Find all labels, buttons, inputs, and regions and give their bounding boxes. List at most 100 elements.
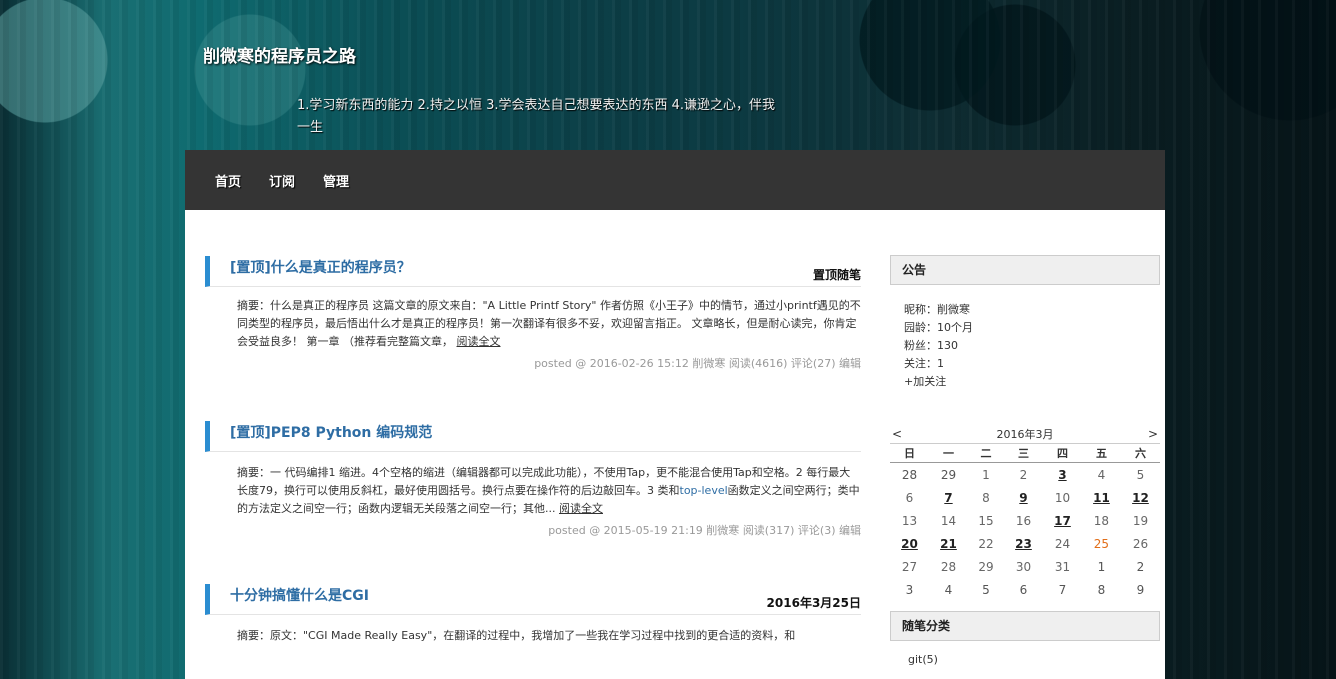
calendar-week: 3 4 5 6 7 8 9	[890, 578, 1160, 601]
calendar: < 2016年3月 > 日一二三四五六 28 29 1 2 3 4 5 6 7 8 9 10 11 12 1…	[890, 425, 1160, 601]
calendar-day: 18	[1093, 513, 1110, 528]
calendar-week: 6 7 8 9 10 11 12	[890, 486, 1160, 509]
post-date-label: 2016年3月25日	[766, 596, 861, 610]
calendar-week: 28 29 1 2 3 4 5	[890, 463, 1160, 487]
calendar-day-link[interactable]: 20	[890, 532, 929, 555]
post-title-link[interactable]: [置顶]PEP8 Python 编码规范	[230, 422, 432, 442]
post-header: [置顶]什么是真正的程序员？ 置顶随笔	[205, 256, 861, 287]
post-header: [置顶]PEP8 Python 编码规范	[205, 421, 861, 452]
calendar-weekday: 一	[928, 443, 968, 463]
edit-link[interactable]: 编辑	[839, 524, 861, 537]
post-title-link[interactable]: 十分钟搞懂什么是CGI	[230, 585, 369, 605]
calendar-day-link[interactable]: 12	[1121, 486, 1160, 509]
category-list: git(5)	[890, 641, 1160, 666]
read-more-link[interactable]: 阅读全文	[559, 502, 603, 515]
calendar-day: 6	[1019, 582, 1028, 597]
comments-link[interactable]: 评论(3)	[798, 524, 836, 537]
calendar-day: 19	[1132, 513, 1149, 528]
comments-link[interactable]: 评论(27)	[791, 357, 836, 370]
sidebar: 公告 昵称：削微寒 园龄：10个月 粉丝：130 关注：1 +加关注 < 201…	[890, 255, 1160, 666]
blog-title[interactable]: 削微寒的程序员之路	[203, 42, 356, 67]
calendar-grid: 日一二三四五六 28 29 1 2 3 4 5 6 7 8 9 10 11 12 13 14 15 16 17 18 1…	[890, 443, 1160, 601]
reads-link[interactable]: 阅读(4616)	[729, 357, 788, 370]
calendar-day: 29	[978, 559, 994, 574]
category-item[interactable]: git(5)	[908, 653, 938, 666]
calendar-day-link[interactable]: 7	[929, 486, 968, 509]
post-meta: posted @ 2016-02-26 15:12 削微寒	[534, 357, 726, 370]
next-month-button[interactable]: >	[1148, 427, 1158, 441]
nav-home[interactable]: 首页	[215, 171, 241, 190]
nav-manage[interactable]: 管理	[323, 171, 349, 190]
calendar-day: 31	[1054, 559, 1071, 574]
calendar-day-link[interactable]: 3	[1043, 463, 1082, 487]
add-follow-button[interactable]: +加关注	[904, 373, 1160, 391]
calendar-day: 8	[982, 490, 990, 505]
calendar-day: 9	[1136, 582, 1145, 597]
post-list: [置顶]什么是真正的程序员？ 置顶随笔 摘要：什么是真正的程序员 这篇文章的原文…	[205, 210, 861, 645]
post-item: [置顶]什么是真正的程序员？ 置顶随笔 摘要：什么是真正的程序员 这篇文章的原文…	[205, 256, 861, 371]
category-heading: 随笔分类	[890, 611, 1160, 641]
calendar-day-link[interactable]: 23	[1004, 532, 1043, 555]
calendar-day: 8	[1097, 582, 1106, 597]
calendar-day: 15	[978, 513, 994, 528]
post-summary: 摘要：一 代码编排1 缩进。4个空格的缩进（编辑器都可以完成此功能），不使用Ta…	[237, 464, 861, 518]
follows-count[interactable]: 关注：1	[904, 355, 1160, 373]
calendar-weekday: 日	[890, 443, 929, 463]
post-summary-text: 摘要：什么是真正的程序员 这篇文章的原文来自："A Little Printf …	[237, 299, 802, 312]
calendar-day: 10	[1054, 490, 1071, 505]
calendar-day: 27	[901, 559, 918, 574]
calendar-day: 5	[982, 582, 990, 597]
calendar-weekday: 五	[1081, 443, 1121, 463]
post-header: 十分钟搞懂什么是CGI 2016年3月25日	[205, 584, 861, 615]
calendar-day: 13	[901, 513, 918, 528]
navbar: 首页 订阅 管理	[185, 150, 1165, 210]
category-section: 随笔分类 git(5)	[890, 611, 1160, 666]
page-container: 首页 订阅 管理 [置顶]什么是真正的程序员？ 置顶随笔 摘要：什么是真正的程序…	[185, 150, 1165, 679]
calendar-month: 2016年3月	[996, 428, 1054, 441]
read-more-link[interactable]: 阅读全文	[457, 335, 501, 348]
post-summary: 摘要：原文："CGI Made Really Easy"，在翻译的过程中，我增加…	[237, 627, 861, 645]
calendar-day: 1	[982, 467, 990, 482]
calendar-weekday: 二	[967, 443, 1004, 463]
prev-month-button[interactable]: <	[892, 427, 902, 441]
calendar-day: 7	[1058, 582, 1067, 597]
calendar-day: 16	[1015, 513, 1032, 528]
notice-heading: 公告	[890, 255, 1160, 285]
post-item: [置顶]PEP8 Python 编码规范 摘要：一 代码编排1 缩进。4个空格的…	[205, 421, 861, 538]
post-footer: posted @ 2016-02-26 15:12 削微寒 阅读(4616) 评…	[205, 355, 861, 371]
post-title-link[interactable]: [置顶]什么是真正的程序员？	[230, 257, 411, 277]
calendar-week: 13 14 15 16 17 18 19	[890, 509, 1160, 532]
calendar-day: 4	[1097, 467, 1106, 482]
calendar-day: 24	[1054, 536, 1071, 551]
edit-link[interactable]: 编辑	[839, 357, 861, 370]
calendar-day: 22	[978, 536, 994, 551]
calendar-day: 26	[1132, 536, 1149, 551]
calendar-day: 5	[1136, 467, 1145, 482]
post-summary: 摘要：什么是真正的程序员 这篇文章的原文来自："A Little Printf …	[237, 297, 861, 351]
calendar-day-link[interactable]: 21	[929, 532, 968, 555]
calendar-day: 3	[905, 582, 914, 597]
calendar-day: 28	[901, 467, 918, 482]
calendar-week: 27 28 29 30 31 1 2	[890, 555, 1160, 578]
calendar-day-link[interactable]: 11	[1082, 486, 1121, 509]
calendar-weekdays: 日一二三四五六	[890, 443, 1160, 463]
fans-count[interactable]: 粉丝：130	[904, 337, 1160, 355]
nav-subscribe[interactable]: 订阅	[269, 171, 295, 190]
post-date-label: 置顶随笔	[812, 268, 861, 282]
calendar-day: 2	[1019, 467, 1028, 482]
calendar-day-link[interactable]: 9	[1004, 486, 1043, 509]
calendar-body: 28 29 1 2 3 4 5 6 7 8 9 10 11 12 13 14 15 16 17 18 19 20 21 22 2…	[890, 463, 1160, 602]
notice-panel: 昵称：削微寒 园龄：10个月 粉丝：130 关注：1 +加关注	[890, 285, 1160, 391]
calendar-week: 20 21 22 23 24 25 26	[890, 532, 1160, 555]
blog-description: 1.学习新东西的能力 2.持之以恒 3.学会表达自己想要表达的东西 4.谦逊之心…	[297, 98, 776, 135]
calendar-day: 25	[1093, 536, 1110, 551]
calendar-day: 2	[1136, 559, 1145, 574]
blog-age: 园龄：10个月	[904, 321, 973, 334]
post-footer: posted @ 2015-05-19 21:19 削微寒 阅读(317) 评论…	[205, 522, 861, 538]
calendar-day: 6	[905, 490, 914, 505]
calendar-weekday: 四	[1042, 443, 1082, 463]
reads-link[interactable]: 阅读(317)	[743, 524, 795, 537]
calendar-day-link[interactable]: 17	[1043, 509, 1082, 532]
post-summary-highlight: top-level	[679, 484, 728, 497]
calendar-day: 28	[940, 559, 957, 574]
